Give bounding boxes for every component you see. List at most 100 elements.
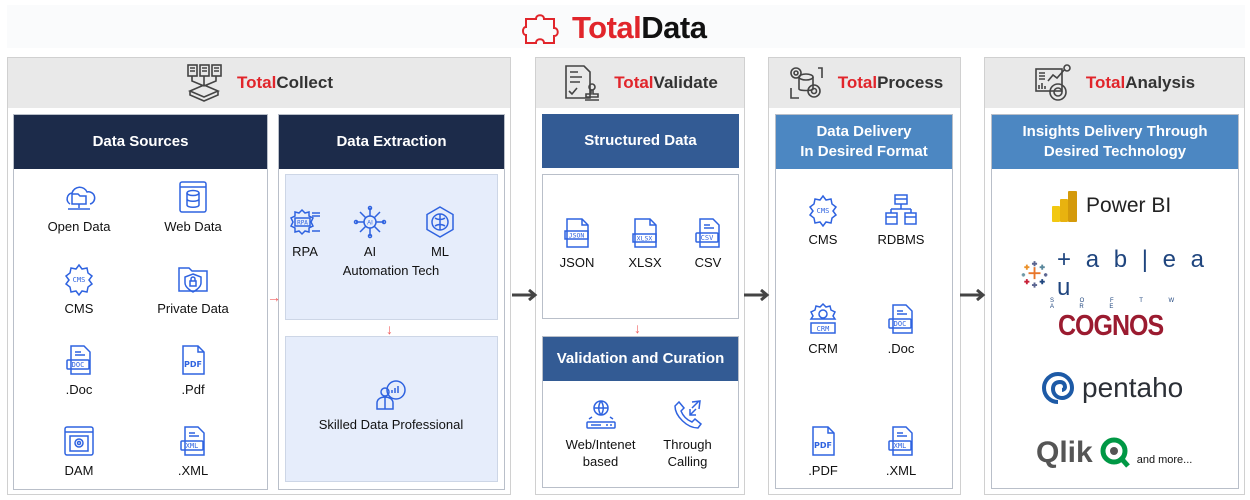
- svg-text:CMS: CMS: [73, 276, 86, 284]
- pdf-file-icon: PDF: [182, 345, 205, 375]
- list-item: XML .XML: [856, 424, 946, 479]
- pentaho-logo: pentaho: [1038, 368, 1183, 408]
- list-item: PDF .Pdf: [138, 343, 248, 398]
- svg-text:JSON: JSON: [569, 232, 585, 240]
- data-extraction-heading: Data Extraction: [279, 115, 504, 169]
- structured-data-heading-wrap: Structured Data: [542, 114, 739, 168]
- svg-text:CMS: CMS: [817, 207, 830, 215]
- list-item: CMS CMS: [778, 193, 868, 248]
- svg-text:DOC: DOC: [72, 361, 85, 369]
- item-label: .PDF: [808, 463, 838, 478]
- phone-call-icon: [673, 400, 702, 429]
- item-label: .Doc: [65, 382, 93, 397]
- and-more-text: and more...: [1136, 454, 1193, 466]
- pentaho-swirl-icon: [1042, 372, 1075, 404]
- list-item: DOC .Doc: [24, 343, 134, 398]
- doc-file-icon: DOC: [66, 345, 91, 375]
- item-label: Web Data: [164, 219, 222, 234]
- json-file-icon: JSON: [564, 218, 589, 248]
- tableau-logo: + a b | e a u S O F T W A R E: [1020, 246, 1210, 310]
- list-item: CRM CRM: [778, 302, 868, 357]
- item-label: ML: [430, 244, 450, 259]
- brand-total: Total: [572, 10, 642, 45]
- item-label: XLSX: [628, 255, 662, 270]
- heading-line: Insights Delivery Through: [1022, 123, 1208, 140]
- flow-arrow-icon: [512, 289, 538, 301]
- item-label: .Doc: [887, 341, 915, 356]
- data-sources-heading: Data Sources: [14, 115, 267, 169]
- item-label: Calling: [667, 454, 708, 469]
- brand-logo: Total Data: [522, 10, 707, 46]
- section-title: Process: [877, 73, 944, 92]
- svg-text:RPA: RPA: [297, 220, 308, 227]
- csv-file-icon: CSV: [695, 218, 720, 248]
- data-professional-icon: [376, 380, 406, 410]
- ml-brain-icon: [426, 206, 454, 238]
- list-item: Private Data: [138, 262, 248, 317]
- svg-text:PDF: PDF: [184, 360, 202, 369]
- tableau-subtext: S O F T W A R E: [1050, 298, 1187, 310]
- section-header: TotalProcess: [769, 58, 960, 108]
- section-header: TotalCollect: [8, 58, 510, 108]
- svg-text:XML: XML: [894, 442, 907, 450]
- xml-file-icon: XML: [180, 426, 205, 456]
- xml-file-icon: XML: [888, 426, 913, 456]
- list-item: Open Data: [24, 180, 134, 235]
- list-item: Web/Intenet based: [553, 398, 648, 470]
- heading-line: In Desired Format: [800, 143, 928, 160]
- qlik-q-icon: [1100, 437, 1130, 468]
- section-title-red: Total: [837, 73, 878, 92]
- list-item: AI AI: [335, 205, 405, 260]
- cognos-logo: COGNOS: [1058, 309, 1164, 343]
- section-title-red: Total: [614, 73, 654, 92]
- cognos-text: COGNOS: [1058, 309, 1164, 343]
- list-item: CSV CSV: [673, 216, 743, 271]
- list-item: Through Calling: [640, 398, 735, 470]
- power-bi-icon: [1052, 191, 1077, 222]
- svg-text:AI: AI: [367, 221, 373, 227]
- item-label: JSON: [559, 255, 595, 270]
- brand-data: Data: [641, 10, 707, 45]
- cms-gear-icon: CMS: [808, 194, 838, 227]
- list-item: PDF .PDF: [778, 424, 868, 479]
- item-label: Open Data: [47, 219, 111, 234]
- svg-text:CRM: CRM: [817, 325, 830, 333]
- arrow-down-icon: ↓: [634, 320, 641, 336]
- gears-database-icon: [789, 67, 823, 99]
- flow-arrow-icon: [960, 289, 986, 301]
- tableau-text: + a b | e a u: [1057, 246, 1209, 301]
- power-bi-logo: Power BI: [1052, 190, 1171, 222]
- svg-text:XLSX: XLSX: [637, 235, 653, 243]
- data-delivery-heading: Data Delivery In Desired Format: [776, 115, 952, 169]
- caption: Automation Tech: [342, 263, 440, 278]
- item-label: .XML: [885, 463, 917, 478]
- list-item: XLSX XLSX: [610, 216, 680, 271]
- heading-line: Desired Technology: [1043, 143, 1187, 160]
- item-label: CSV: [694, 255, 722, 270]
- section-title-red: Total: [1085, 73, 1126, 92]
- qlik-text: Qlik: [1036, 436, 1093, 469]
- crm-gear-icon: CRM: [809, 302, 837, 334]
- svg-text:CSV: CSV: [701, 234, 714, 242]
- item-label: Through: [663, 437, 712, 452]
- data-collect-icon: [187, 64, 222, 102]
- puzzle-piece-icon: [522, 14, 559, 44]
- skilled-professional: Skilled Data Professional: [301, 378, 481, 433]
- insights-heading: Insights Delivery Through Desired Techno…: [992, 115, 1238, 169]
- item-label: RPA: [292, 244, 318, 259]
- item-label: DAM: [64, 463, 94, 478]
- list-item: DAM: [24, 424, 134, 479]
- list-item: JSON JSON: [542, 216, 612, 271]
- item-label: RDBMS: [877, 232, 925, 247]
- section-title: Validate: [653, 73, 718, 92]
- analytics-dashboard-icon: [1035, 64, 1071, 101]
- document-stamp-icon: [565, 65, 600, 101]
- xlsx-file-icon: XLSX: [632, 218, 657, 248]
- web-database-icon: [179, 181, 207, 213]
- list-item: CMS CMS: [24, 262, 134, 317]
- pentaho-text: pentaho: [1082, 372, 1184, 403]
- item-label: CMS: [64, 301, 94, 316]
- pdf-file-icon: PDF: [812, 426, 835, 456]
- dam-window-icon: [64, 426, 94, 456]
- list-item: RPA RPA: [270, 205, 340, 260]
